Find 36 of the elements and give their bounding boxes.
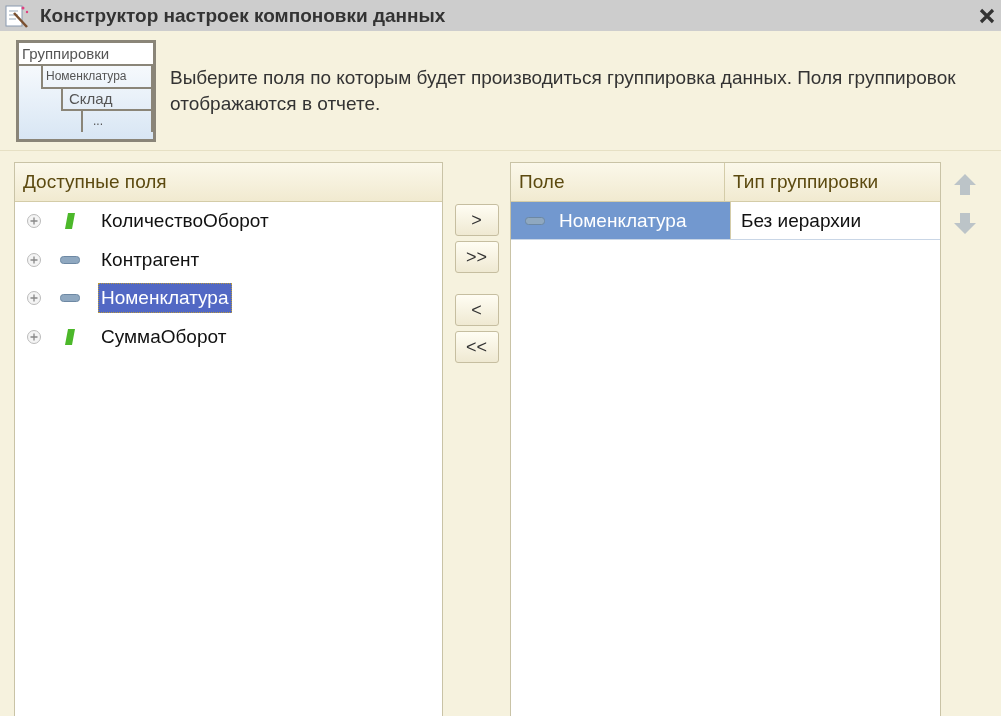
illustration-label: Номенклатура <box>41 65 153 89</box>
dash-icon <box>525 216 545 225</box>
slanted-bar-icon <box>63 326 77 347</box>
table-cell-text: Без иерархии <box>740 208 862 233</box>
move-button[interactable]: > <box>454 204 499 236</box>
field-label[interactable]: СуммаОборот <box>98 321 230 352</box>
column-header: Поле <box>511 163 725 202</box>
move-button[interactable]: < <box>454 294 499 326</box>
column-header: Доступные поля <box>15 163 442 202</box>
table-row[interactable]: Номенклатура Без иерархии <box>511 202 940 240</box>
up-arrow-icon[interactable] <box>952 172 978 198</box>
tree-item[interactable]: СуммаОборот <box>15 317 442 356</box>
illustration-label: Склад <box>61 87 153 111</box>
expand-icon[interactable] <box>26 328 42 345</box>
column-header: Тип группировки <box>725 163 940 202</box>
illustration-label: ... <box>81 110 153 132</box>
dash-icon <box>60 255 80 264</box>
field-label[interactable]: КоличествоОборот <box>98 206 272 237</box>
close-icon <box>979 7 995 24</box>
window-title: Конструктор настроек компоновки данных <box>40 4 447 27</box>
move-button[interactable]: >> <box>454 241 499 273</box>
tree-item[interactable]: Контрагент <box>15 240 442 279</box>
down-arrow-icon[interactable] <box>952 210 978 236</box>
expand-icon[interactable] <box>26 251 42 268</box>
field-label: Номенклатура <box>559 209 687 232</box>
tree-item[interactable]: Номенклатура <box>15 279 442 318</box>
field-label[interactable]: Контрагент <box>98 244 203 275</box>
move-button[interactable]: << <box>454 331 499 363</box>
expand-icon[interactable] <box>26 213 42 230</box>
description-text: Выберите поля по которым будет производиться группировка данных. Поля группировок отображаются в отчете. <box>170 65 957 116</box>
expand-icon[interactable] <box>26 290 42 307</box>
wand-document-icon <box>4 2 30 29</box>
tree-item[interactable]: КоличествоОборот <box>15 202 442 241</box>
dash-icon <box>60 294 80 303</box>
field-label[interactable]: Номенклатура <box>98 283 232 314</box>
slanted-bar-icon <box>63 211 77 232</box>
